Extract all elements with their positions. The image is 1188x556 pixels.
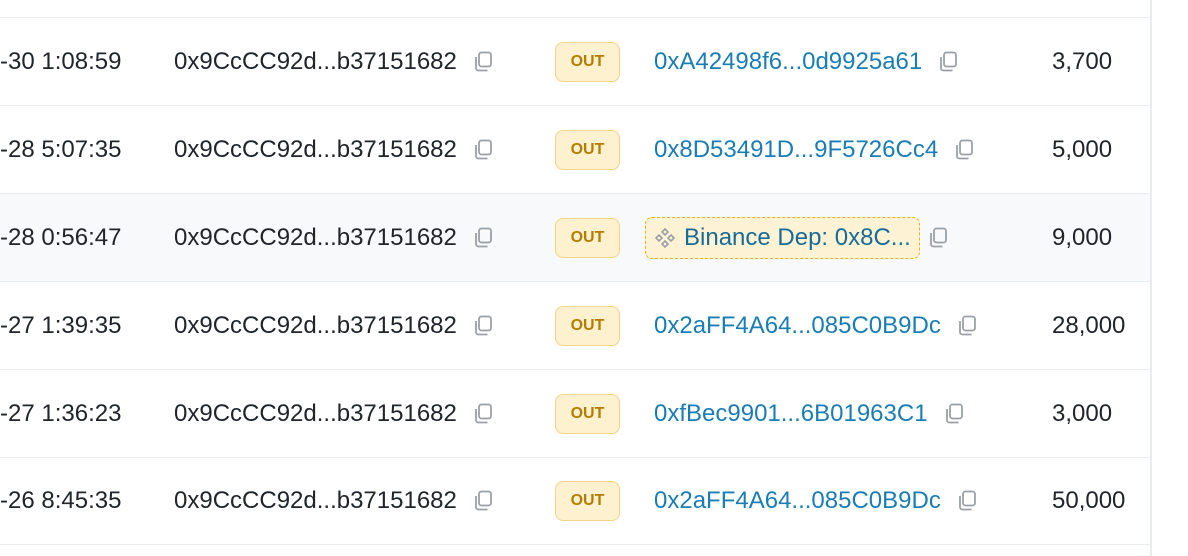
copy-icon[interactable]: [471, 402, 495, 426]
from-cell: 0x9CcCC92d...b37151682: [174, 282, 495, 369]
direction-cell: OUT: [555, 370, 620, 457]
direction-cell: OUT: [555, 194, 620, 281]
age-cell: -27 1:39:35: [0, 282, 121, 369]
panel-border: [1150, 0, 1152, 556]
copy-icon[interactable]: [471, 489, 495, 513]
to-address-link[interactable]: 0xA42498f6...0d9925a61: [654, 48, 922, 76]
copy-icon[interactable]: [471, 138, 495, 162]
age-cell: -30 1:08:59: [0, 18, 121, 105]
to-cell: 0x2aFF4A64...085C0B9Dc: [654, 457, 979, 544]
direction-cell: OUT: [555, 18, 620, 105]
copy-icon[interactable]: [942, 402, 966, 426]
table-row: -26 8:45:35 0x9CcCC92d...b37151682 OUT 0…: [0, 457, 1150, 545]
direction-badge: OUT: [555, 129, 620, 170]
from-cell: 0x9CcCC92d...b37151682: [174, 457, 495, 544]
to-address-link[interactable]: 0x8D53491D...9F5726Cc4: [654, 136, 938, 164]
direction-badge: OUT: [555, 41, 620, 82]
age-text: -30 1:08:59: [0, 47, 122, 75]
direction-cell: OUT: [555, 282, 620, 369]
from-cell: 0x9CcCC92d...b37151682: [174, 18, 495, 105]
value-cell: 5,000: [1052, 106, 1112, 193]
value-text: 5,000: [1052, 135, 1113, 163]
from-cell: 0x9CcCC92d...b37151682: [174, 106, 495, 193]
copy-icon[interactable]: [955, 489, 979, 513]
table-row: -28 5:07:35 0x9CcCC92d...b37151682 OUT 0…: [0, 106, 1150, 194]
to-address-link[interactable]: 0x2aFF4A64...085C0B9Dc: [654, 487, 941, 515]
table-row: -30 1:08:59 0x9CcCC92d...b37151682 OUT 0…: [0, 18, 1150, 106]
age-text: -26 8:45:35: [0, 486, 122, 514]
copy-icon[interactable]: [936, 50, 960, 74]
age-cell: -26 8:45:35: [0, 457, 121, 544]
direction-badge: OUT: [555, 393, 620, 434]
age-text: -27 1:36:23: [0, 399, 122, 427]
direction-badge: OUT: [555, 217, 620, 258]
to-address-link[interactable]: 0x2aFF4A64...085C0B9Dc: [654, 312, 941, 340]
from-cell: 0x9CcCC92d...b37151682: [174, 370, 495, 457]
binance-diamond-icon: [654, 227, 676, 249]
value-text: 50,000: [1052, 486, 1126, 514]
value-text: 3,700: [1052, 47, 1113, 75]
table-row: -27 1:39:35 0x9CcCC92d...b37151682 OUT 0…: [0, 282, 1150, 370]
value-text: 9,000: [1052, 223, 1113, 251]
copy-icon[interactable]: [952, 138, 976, 162]
value-cell: 50,000: [1052, 457, 1125, 544]
table-row: -27 1:36:23 0x9CcCC92d...b37151682 OUT 0…: [0, 370, 1150, 458]
to-cell: 0x2aFF4A64...085C0B9Dc: [654, 282, 979, 369]
to-cell: 0x8D53491D...9F5726Cc4: [654, 106, 976, 193]
value-cell: 28,000: [1052, 282, 1125, 369]
copy-icon[interactable]: [471, 314, 495, 338]
age-cell: -27 1:36:23: [0, 370, 121, 457]
to-address-link[interactable]: 0xfBec9901...6B01963C1: [654, 400, 928, 428]
value-cell: 3,700: [1052, 18, 1112, 105]
copy-icon[interactable]: [926, 226, 950, 250]
from-cell: 0x9CcCC92d...b37151682: [174, 194, 495, 281]
from-address: 0x9CcCC92d...b37151682: [174, 223, 457, 251]
transactions-table: -30 1:08:59 0x9CcCC92d...b37151682 OUT 0…: [0, 0, 1150, 556]
age-text: -28 0:56:47: [0, 223, 122, 251]
value-cell: 9,000: [1052, 194, 1112, 281]
direction-badge: OUT: [555, 305, 620, 346]
table-row: -28 0:56:47 0x9CcCC92d...b37151682 OUT B…: [0, 194, 1150, 282]
direction-badge: OUT: [555, 480, 620, 521]
copy-icon[interactable]: [955, 314, 979, 338]
age-text: -28 5:07:35: [0, 135, 122, 163]
value-text: 28,000: [1052, 311, 1126, 339]
value-text: 3,000: [1052, 399, 1113, 427]
copy-icon[interactable]: [471, 226, 495, 250]
from-address: 0x9CcCC92d...b37151682: [174, 47, 457, 75]
to-cell: 0xfBec9901...6B01963C1: [654, 370, 966, 457]
from-address: 0x9CcCC92d...b37151682: [174, 399, 457, 427]
from-address: 0x9CcCC92d...b37151682: [174, 486, 457, 514]
direction-cell: OUT: [555, 106, 620, 193]
value-cell: 3,000: [1052, 370, 1112, 457]
named-address-tag[interactable]: Binance Dep: 0x8C...: [645, 216, 920, 259]
copy-icon[interactable]: [471, 50, 495, 74]
age-cell: -28 5:07:35: [0, 106, 121, 193]
to-cell: 0xA42498f6...0d9925a61: [654, 18, 960, 105]
named-address-label: Binance Dep: 0x8C...: [684, 223, 911, 251]
age-text: -27 1:39:35: [0, 311, 122, 339]
from-address: 0x9CcCC92d...b37151682: [174, 311, 457, 339]
age-cell: -28 0:56:47: [0, 194, 121, 281]
from-address: 0x9CcCC92d...b37151682: [174, 135, 457, 163]
direction-cell: OUT: [555, 457, 620, 544]
to-cell: Binance Dep: 0x8C...: [645, 194, 950, 281]
